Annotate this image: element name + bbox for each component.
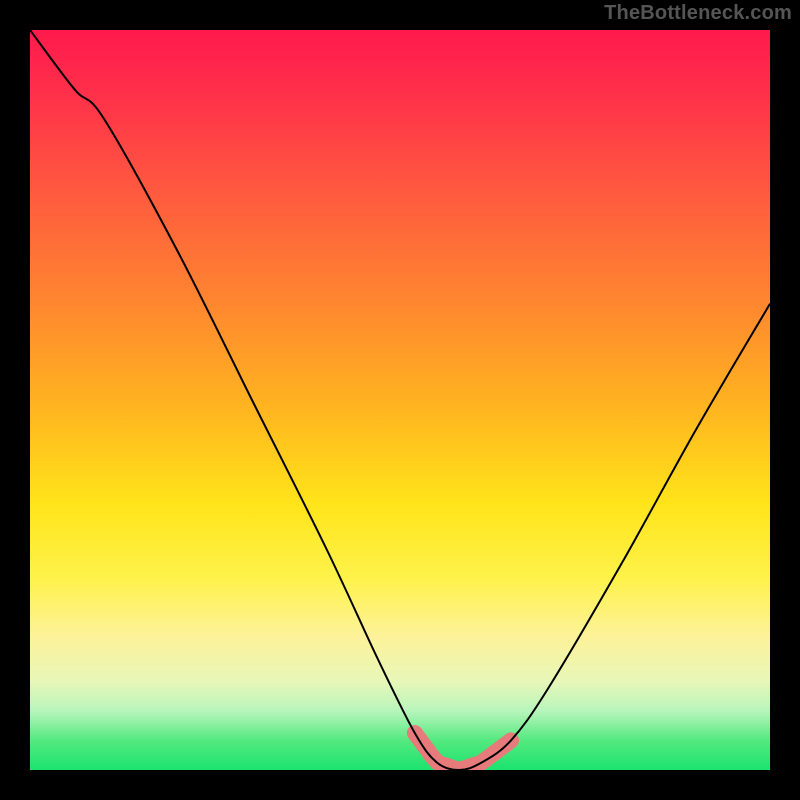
bottleneck-highlight (415, 733, 511, 769)
watermark: TheBottleneck.com (604, 2, 792, 25)
plot-area (30, 30, 770, 770)
chart-svg (30, 30, 770, 770)
bottleneck-curve (30, 30, 770, 770)
chart-frame: TheBottleneck.com (0, 0, 800, 800)
